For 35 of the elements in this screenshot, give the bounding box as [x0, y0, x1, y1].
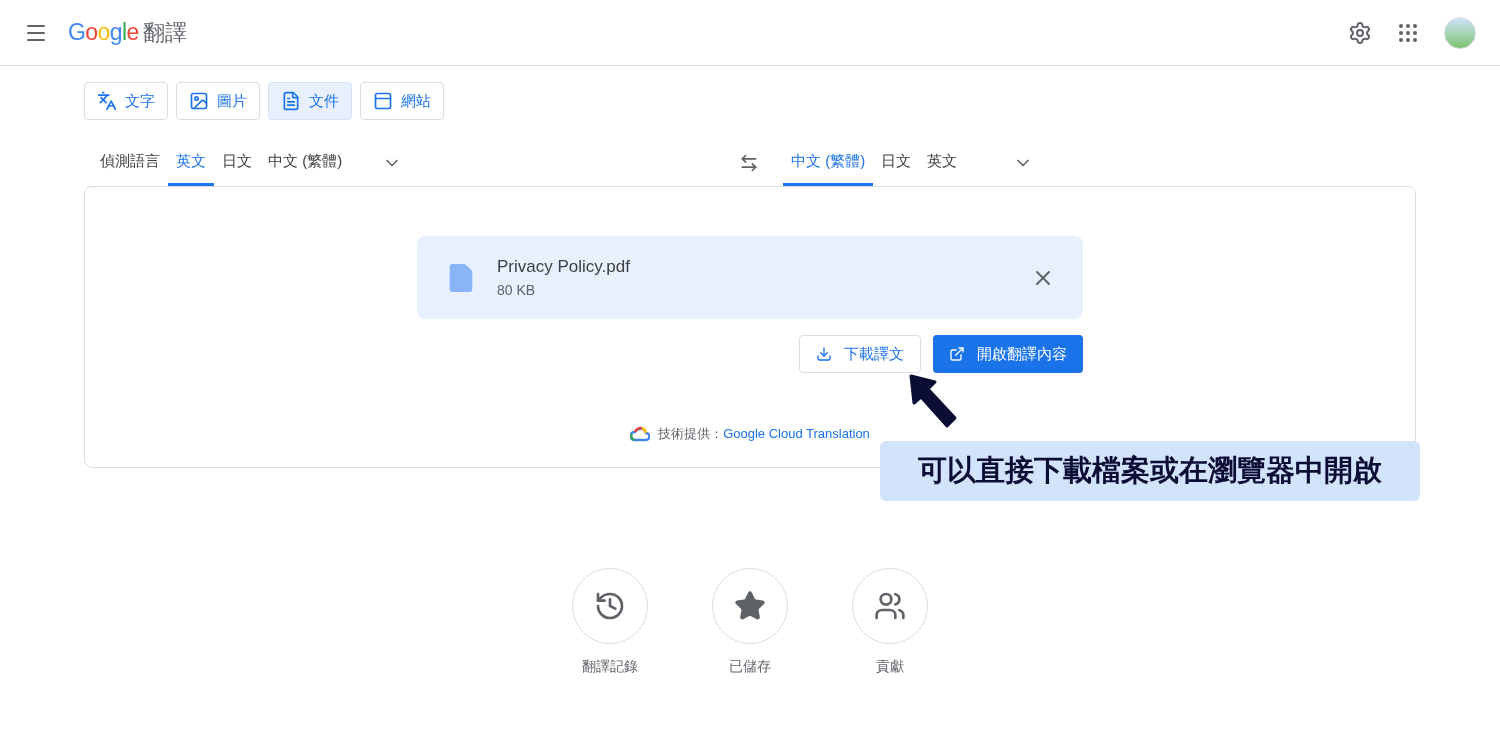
download-button[interactable]: 下載譯文 — [799, 335, 921, 373]
credit-text: 技術提供： — [658, 425, 724, 443]
shortcut-label: 貢獻 — [876, 657, 904, 676]
image-icon — [189, 91, 209, 111]
language-tab[interactable]: 英文 — [168, 140, 214, 186]
browser-window-icon — [373, 91, 393, 111]
shortcut-label: 已儲存 — [729, 657, 771, 676]
language-tab[interactable]: 英文 — [919, 140, 966, 186]
mode-tab[interactable]: 網站 — [360, 82, 444, 120]
history-icon — [594, 590, 626, 622]
settings-icon[interactable] — [1348, 20, 1372, 45]
open-translation-button[interactable]: 開啟翻譯內容 — [933, 335, 1083, 373]
cloud-translation-link[interactable]: Google Cloud Translation — [723, 424, 870, 444]
cloud-logo-icon — [630, 425, 651, 442]
google-logo[interactable]: Google — [68, 15, 139, 50]
language-tab[interactable]: 中文 (繁體) — [783, 140, 874, 186]
language-tab[interactable]: 日文 — [873, 140, 920, 186]
star-icon — [734, 590, 766, 622]
file-name: Privacy Policy.pdf — [497, 256, 630, 279]
callout-banner: 可以直接下載檔案或在瀏覽器中開啟 — [880, 441, 1420, 501]
app-title: 翻譯 — [142, 19, 187, 47]
people-icon — [874, 590, 906, 622]
translate-icon — [97, 91, 117, 111]
language-tab[interactable]: 中文 (繁體) — [260, 140, 351, 186]
mode-tab[interactable]: 圖片 — [176, 82, 260, 120]
language-tab[interactable]: 偵測語言 — [92, 140, 168, 186]
mode-tab[interactable]: 文件 — [268, 82, 352, 120]
mode-tab[interactable]: 文字 — [84, 82, 168, 120]
shortcut-label: 翻譯記錄 — [582, 657, 638, 676]
document-icon — [281, 91, 301, 111]
external-link-icon — [949, 346, 965, 362]
swap-icon[interactable] — [739, 153, 759, 173]
language-tab[interactable]: 日文 — [214, 140, 260, 186]
download-icon — [816, 346, 832, 362]
file-size: 80 KB — [497, 280, 537, 300]
